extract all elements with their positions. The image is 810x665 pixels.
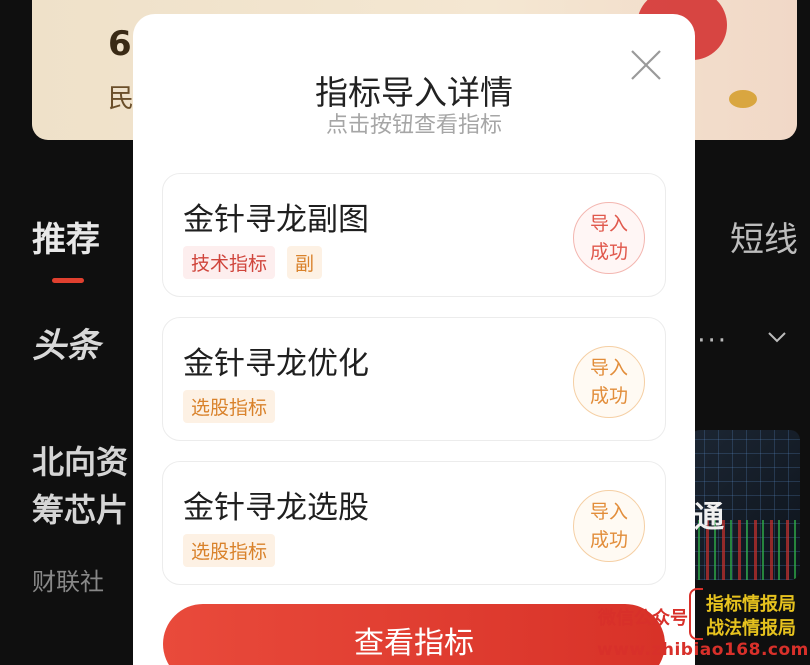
- news-thumbnail[interactable]: 通: [690, 430, 800, 580]
- indicator-tag: 选股指标: [183, 534, 276, 567]
- news-source: 财联社: [32, 568, 104, 596]
- indicator-tag: 选股指标: [183, 390, 276, 423]
- watermark-url: www.zhibiao168.com: [597, 640, 809, 660]
- import-success-badge: 导入 成功: [573, 490, 645, 562]
- indicator-name: 金针寻龙选股: [183, 490, 369, 526]
- indicator-card[interactable]: 金针寻龙优化 选股指标 导入 成功: [162, 317, 666, 441]
- import-success-badge: 导入 成功: [573, 202, 645, 274]
- status-line-1: 导入: [589, 213, 628, 235]
- modal-subtitle: 点击按钮查看指标: [325, 113, 502, 138]
- status-line-2: 成功: [589, 385, 628, 407]
- indicator-name: 金针寻龙优化: [183, 346, 369, 382]
- status-line-2: 成功: [589, 529, 628, 551]
- indicator-card[interactable]: 金针寻龙选股 选股指标 导入 成功: [162, 461, 666, 585]
- watermark-name-1: 指标情报局: [706, 594, 796, 615]
- import-success-badge: 导入 成功: [573, 346, 645, 418]
- view-indicators-button[interactable]: 查看指标: [163, 604, 665, 665]
- headlines-logo: 头条: [32, 326, 100, 366]
- close-icon[interactable]: [627, 46, 665, 84]
- indicator-tags: 选股指标: [183, 534, 276, 567]
- status-line-1: 导入: [589, 357, 628, 379]
- watermark-label: 微信公众号: [598, 608, 688, 629]
- watermark-name-2: 战法情报局: [706, 618, 796, 639]
- tab-active-indicator: [52, 278, 84, 283]
- indicator-tag: 技术指标: [183, 246, 276, 279]
- indicator-tags: 选股指标: [183, 390, 276, 423]
- import-details-modal: 指标导入详情 点击按钮查看指标 金针寻龙副图 技术指标 副 导入 成功 金针寻龙…: [133, 14, 695, 665]
- banner-text: 民: [108, 84, 135, 114]
- thumbnail-text: 通: [694, 500, 724, 535]
- banner-coin-decoration: [729, 90, 757, 108]
- status-line-1: 导入: [589, 501, 628, 523]
- tab-short-term[interactable]: 短线: [730, 212, 798, 261]
- indicator-name: 金针寻龙副图: [183, 202, 369, 238]
- tab-recommend[interactable]: 推荐: [32, 212, 100, 261]
- chevron-down-icon[interactable]: [766, 326, 788, 348]
- more-icon[interactable]: ···: [697, 326, 728, 356]
- status-line-2: 成功: [589, 241, 628, 263]
- indicator-tag: 副: [287, 246, 323, 279]
- indicator-tags: 技术指标 副: [183, 246, 323, 279]
- watermark-brace: [689, 588, 703, 640]
- indicator-card[interactable]: 金针寻龙副图 技术指标 副 导入 成功: [162, 173, 666, 297]
- banner-number: 6: [108, 24, 132, 64]
